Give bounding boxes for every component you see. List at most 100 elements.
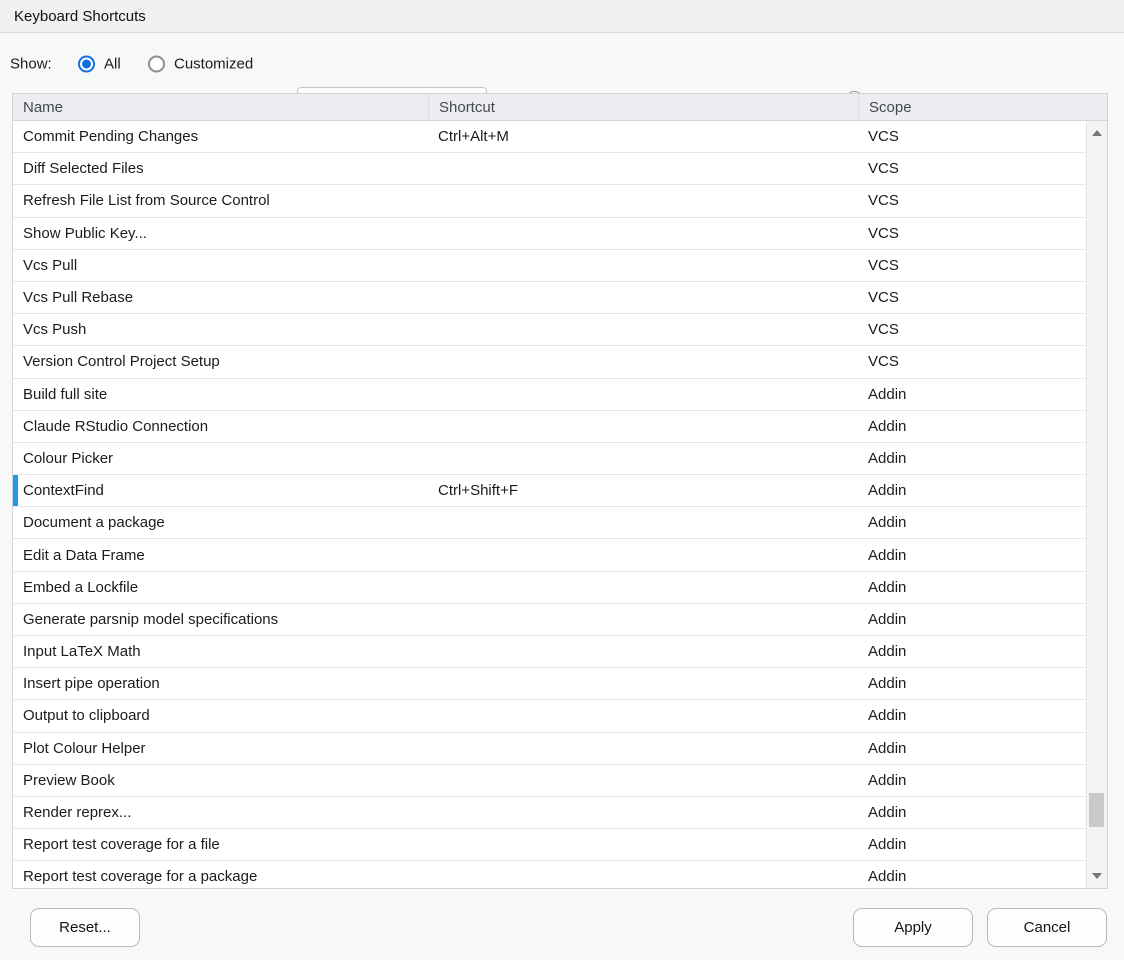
scrollbar-thumb[interactable] — [1089, 793, 1104, 827]
cell-shortcut — [428, 668, 858, 699]
cell-name: Vcs Push — [13, 314, 428, 345]
table-row[interactable]: Show Public Key... VCS — [13, 218, 1107, 250]
cell-scope: Addin — [858, 668, 1107, 699]
cell-name: Preview Book — [13, 765, 428, 796]
table-row[interactable]: Document a package Addin — [13, 507, 1107, 539]
cell-name: Claude RStudio Connection — [13, 411, 428, 442]
radio-selected-icon[interactable] — [78, 55, 95, 72]
cell-shortcut — [428, 379, 858, 410]
table-row[interactable]: Build full siteAddin — [13, 379, 1107, 411]
cell-name: Input LaTeX Math — [13, 636, 428, 667]
cell-name: ContextFind — [13, 475, 428, 506]
cell-name: Show Public Key... — [13, 218, 428, 249]
cell-shortcut — [428, 346, 858, 377]
cell-name: Insert pipe operation — [13, 668, 428, 699]
cell-shortcut — [428, 700, 858, 731]
vertical-scrollbar[interactable] — [1086, 121, 1107, 888]
table-row[interactable]: Insert pipe operation Addin — [13, 668, 1107, 700]
cell-shortcut — [428, 797, 858, 828]
table-row[interactable]: ContextFindCtrl+Shift+FAddin — [13, 475, 1107, 507]
cell-scope: VCS — [858, 185, 1107, 216]
cell-shortcut — [428, 572, 858, 603]
radio-unselected-icon[interactable] — [148, 55, 165, 72]
cell-scope: VCS — [858, 218, 1107, 249]
table-row[interactable]: Vcs Pull Rebase VCS — [13, 282, 1107, 314]
table-row[interactable]: Claude RStudio Connection Addin — [13, 411, 1107, 443]
cell-shortcut — [428, 314, 858, 345]
cell-name: Refresh File List from Source Control — [13, 185, 428, 216]
cell-shortcut — [428, 185, 858, 216]
cell-name: Commit Pending Changes — [13, 121, 428, 152]
table-row[interactable]: Report test coverage for a package Addin — [13, 861, 1107, 888]
keyboard-shortcuts-dialog: Keyboard Shortcuts Show: All Customized … — [0, 0, 1124, 960]
cell-scope: Addin — [858, 411, 1107, 442]
cell-name: Vcs Pull — [13, 250, 428, 281]
cell-scope: Addin — [858, 475, 1107, 506]
toolbar: Show: All Customized ? Customizing Keybo… — [0, 34, 1124, 93]
cell-shortcut — [428, 636, 858, 667]
cell-shortcut — [428, 507, 858, 538]
cell-scope: Addin — [858, 861, 1107, 888]
cell-name: Render reprex... — [13, 797, 428, 828]
cell-scope: VCS — [858, 314, 1107, 345]
table-row[interactable]: Render reprex...Addin — [13, 797, 1107, 829]
table-row[interactable]: Commit Pending ChangesCtrl+Alt+MVCS — [13, 121, 1107, 153]
table-row[interactable]: Colour PickerAddin — [13, 443, 1107, 475]
cell-shortcut — [428, 218, 858, 249]
table-row[interactable]: Report test coverage for a fileAddin — [13, 829, 1107, 861]
cell-scope: Addin — [858, 604, 1107, 635]
table-row[interactable]: Input LaTeX MathAddin — [13, 636, 1107, 668]
cell-name: Document a package — [13, 507, 428, 538]
column-header-name[interactable]: Name — [13, 94, 428, 120]
radio-all-label: All — [104, 55, 121, 72]
table-row[interactable]: Version Control Project SetupVCS — [13, 346, 1107, 378]
table-row[interactable]: Output to clipboard Addin — [13, 700, 1107, 732]
cell-shortcut — [428, 411, 858, 442]
cell-scope: Addin — [858, 765, 1107, 796]
cell-name: Report test coverage for a package — [13, 861, 428, 888]
dialog-title: Keyboard Shortcuts — [14, 8, 146, 25]
cell-name: Version Control Project Setup — [13, 346, 428, 377]
reset-button[interactable]: Reset... — [30, 908, 140, 947]
cell-name: Report test coverage for a file — [13, 829, 428, 860]
cell-shortcut — [428, 765, 858, 796]
cell-name: Colour Picker — [13, 443, 428, 474]
cell-name: Vcs Pull Rebase — [13, 282, 428, 313]
table-row[interactable]: Plot Colour HelperAddin — [13, 733, 1107, 765]
radio-show-customized[interactable]: Customized — [148, 55, 253, 72]
cell-shortcut — [428, 829, 858, 860]
table-row[interactable]: Diff Selected FilesVCS — [13, 153, 1107, 185]
apply-button[interactable]: Apply — [853, 908, 973, 947]
table-row[interactable]: Embed a LockfileAddin — [13, 572, 1107, 604]
cell-name: Output to clipboard — [13, 700, 428, 731]
cell-shortcut — [428, 250, 858, 281]
cell-scope: VCS — [858, 153, 1107, 184]
table-row[interactable]: Refresh File List from Source Control VCS — [13, 185, 1107, 217]
table-header: Name Shortcut Scope — [13, 94, 1107, 121]
column-header-scope[interactable]: Scope — [858, 94, 1107, 120]
column-header-shortcut[interactable]: Shortcut — [428, 94, 858, 120]
cell-scope: Addin — [858, 700, 1107, 731]
table-row[interactable]: Preview Book Addin — [13, 765, 1107, 797]
table-row[interactable]: Generate parsnip model specificationsAdd… — [13, 604, 1107, 636]
cell-shortcut — [428, 604, 858, 635]
radio-customized-label: Customized — [174, 55, 253, 72]
table-row[interactable]: Vcs Push VCS — [13, 314, 1107, 346]
radio-show-all[interactable]: All — [78, 55, 121, 72]
scroll-up-arrow-icon[interactable] — [1092, 130, 1102, 136]
table-row[interactable]: Vcs Pull VCS — [13, 250, 1107, 282]
cell-scope: VCS — [858, 282, 1107, 313]
cell-shortcut: Ctrl+Shift+F — [428, 475, 858, 506]
cell-scope: Addin — [858, 507, 1107, 538]
scroll-down-arrow-icon[interactable] — [1092, 873, 1102, 879]
show-label: Show: — [10, 55, 52, 72]
cell-shortcut — [428, 733, 858, 764]
cell-scope: Addin — [858, 572, 1107, 603]
shortcuts-table: Name Shortcut Scope Commit Pending Chang… — [12, 93, 1108, 889]
table-body: Commit Pending ChangesCtrl+Alt+MVCSDiff … — [13, 121, 1107, 888]
cell-scope: VCS — [858, 250, 1107, 281]
cell-shortcut — [428, 443, 858, 474]
cancel-button[interactable]: Cancel — [987, 908, 1107, 947]
table-row[interactable]: Edit a Data FrameAddin — [13, 539, 1107, 571]
cell-scope: Addin — [858, 539, 1107, 570]
